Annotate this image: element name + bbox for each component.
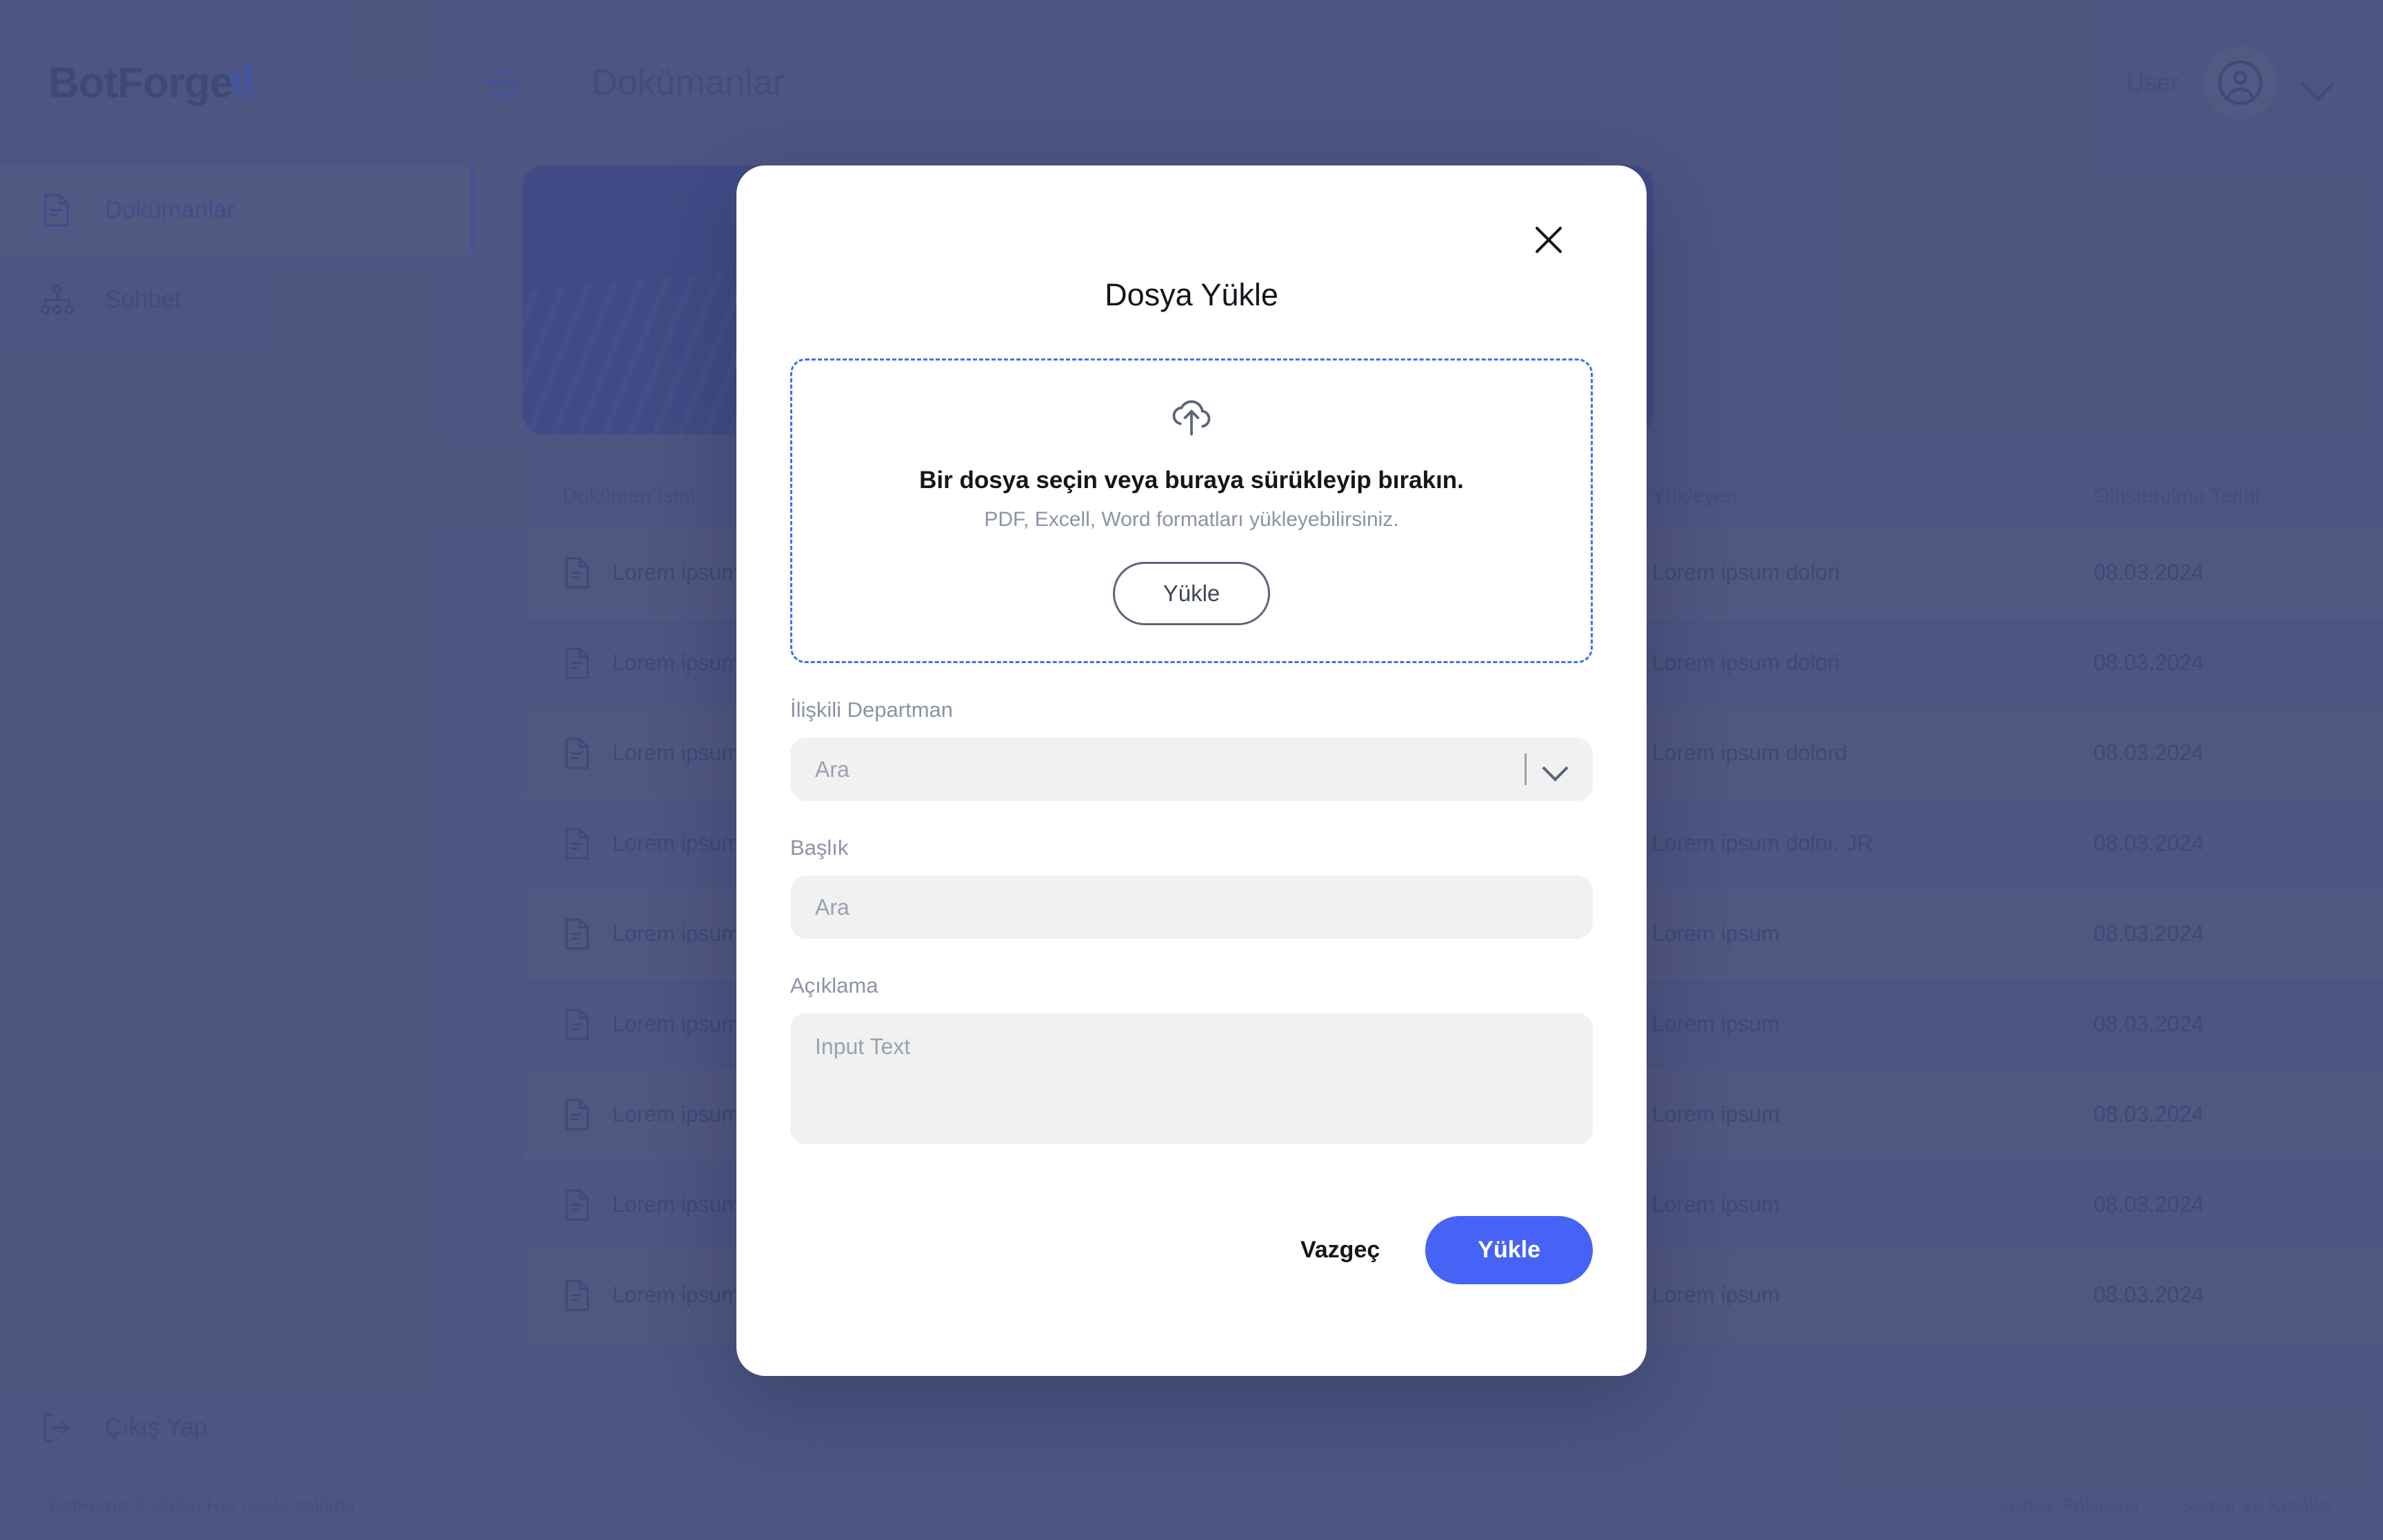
field-department: İlişkili Departman Ara bbox=[790, 698, 1593, 801]
department-select-value: Ara bbox=[815, 756, 849, 782]
file-dropzone[interactable]: Bir dosya seçin veya buraya sürükleyip b… bbox=[790, 358, 1593, 663]
modal-title: Dosya Yükle bbox=[1105, 277, 1278, 312]
dropzone-title: Bir dosya seçin veya buraya sürükleyip b… bbox=[919, 467, 1464, 494]
field-label-description: Açıklama bbox=[790, 973, 878, 997]
select-adornment bbox=[1525, 753, 1568, 785]
title-input[interactable]: Ara bbox=[790, 875, 1593, 939]
description-textarea[interactable]: Input Text bbox=[790, 1013, 1593, 1144]
dropzone-upload-button[interactable]: Yükle bbox=[1112, 562, 1271, 625]
cancel-button[interactable]: Vazgeç bbox=[1300, 1237, 1380, 1264]
close-icon[interactable] bbox=[1527, 218, 1571, 262]
dropzone-subtitle: PDF, Excell, Word formatları yükleyebili… bbox=[984, 508, 1399, 531]
select-divider bbox=[1525, 753, 1527, 785]
field-label-title: Başlık bbox=[790, 835, 849, 860]
description-textarea-value: Input Text bbox=[815, 1034, 911, 1059]
department-select[interactable]: Ara bbox=[790, 738, 1593, 801]
cloud-upload-icon bbox=[1165, 396, 1218, 440]
modal-actions: Vazgeç Yükle bbox=[790, 1216, 1593, 1284]
upload-file-modal: Dosya Yükle Bir dosya seçin veya buraya … bbox=[736, 165, 1647, 1376]
field-description: Açıklama Input Text bbox=[790, 973, 1593, 1144]
chevron-down-icon[interactable] bbox=[1545, 758, 1568, 781]
submit-upload-button[interactable]: Yükle bbox=[1425, 1216, 1593, 1284]
field-label-department: İlişkili Departman bbox=[790, 698, 954, 722]
field-title: Başlık Ara bbox=[790, 835, 1593, 939]
title-input-value: Ara bbox=[815, 894, 849, 920]
